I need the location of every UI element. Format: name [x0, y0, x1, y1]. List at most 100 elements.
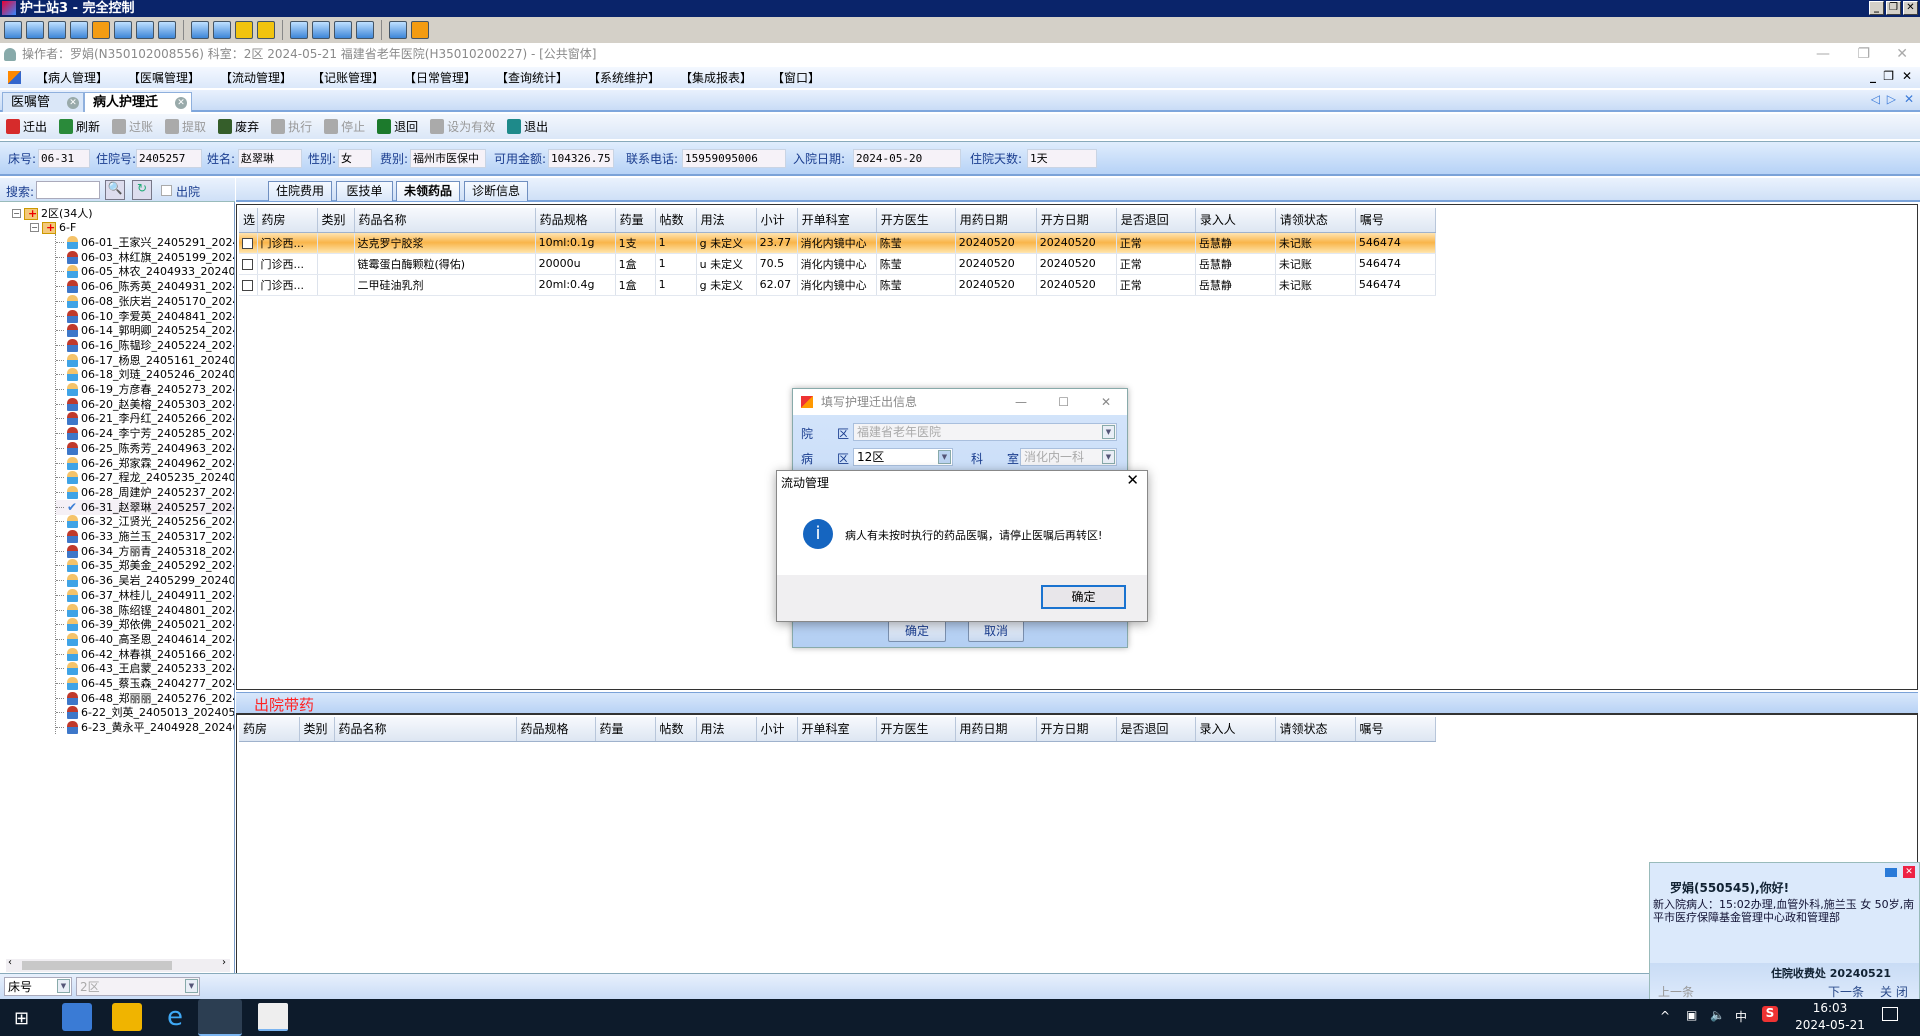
window-icon[interactable] [290, 21, 308, 39]
scroll-right-arrow-icon[interactable]: › [222, 957, 226, 968]
toolbar-button-3[interactable]: 提取 [165, 118, 206, 135]
phone-icon[interactable] [136, 21, 154, 39]
refresh-icon[interactable]: ↻ [132, 180, 152, 200]
tree-patient-item[interactable]: 06-40_高圣恩_2404614_2024 [56, 632, 234, 647]
toolbar-icon-3[interactable] [48, 21, 66, 39]
clock-time[interactable]: 16:03 [1795, 1001, 1865, 1015]
ime-indicator[interactable]: 中 [1735, 1008, 1747, 1025]
toolbar-icon-2[interactable] [26, 21, 44, 39]
scroll-left-icon[interactable]: ◁ [1871, 92, 1880, 106]
volume-icon[interactable]: 🔈 [1710, 1008, 1725, 1022]
column-header[interactable]: 药品名称 [334, 717, 517, 742]
close-tab-icon[interactable]: ✕ [67, 97, 79, 109]
collapse-icon[interactable]: − [30, 223, 39, 232]
column-header[interactable]: 开方医生 [876, 208, 956, 233]
column-header[interactable]: 嘱号 [1355, 208, 1437, 233]
clock-date[interactable]: 2024-05-21 [1795, 1018, 1865, 1032]
column-header[interactable]: 用法 [696, 717, 757, 742]
tree-patient-item[interactable]: 06-38_陈绍铿_2404801_2024 [56, 603, 234, 618]
sex-field[interactable]: 女 [338, 149, 372, 168]
tree-patient-item[interactable]: 06-34_方丽青_2405318_2024 [56, 544, 234, 559]
column-header[interactable]: 录入人 [1195, 717, 1276, 742]
admission-no-field[interactable]: 2405257 [136, 149, 202, 168]
discharged-checkbox[interactable] [161, 185, 172, 196]
fee-type-field[interactable]: 福州市医保中 [410, 149, 486, 168]
tree-horizontal-scrollbar[interactable]: ‹ › [6, 957, 230, 972]
window-icon-2[interactable] [334, 21, 352, 39]
column-header[interactable]: 开单科室 [797, 717, 877, 742]
table-row[interactable]: 门诊西... 链霉蛋白酶颗粒(得佑) 20000u 1盒 1 u 未定义 70.5 消化内镜中… [239, 253, 1437, 275]
toolbar-icon-1[interactable] [4, 21, 22, 39]
toolbar-icon-4[interactable] [70, 21, 88, 39]
mdi-restore-button[interactable]: ❐ [1883, 69, 1894, 83]
tree-patient-item[interactable]: 06-01_王家兴_2405291_2024 [56, 235, 234, 250]
column-header[interactable]: 药量 [615, 208, 656, 233]
sogou-ime-icon[interactable]: S [1762, 1006, 1778, 1022]
column-header[interactable]: 用药日期 [955, 208, 1037, 233]
mdi-minimize-button[interactable]: _ [1870, 69, 1876, 83]
toolbar-button-0[interactable]: 迁出 [6, 118, 47, 135]
tree-patient-item[interactable]: 06-17_杨恩_2405161_20240520 [56, 353, 234, 368]
column-header[interactable]: 请领状态 [1275, 208, 1356, 233]
inner-restore-button[interactable]: ❐ [1857, 45, 1870, 64]
dept-select[interactable]: 消化内一科 ▼ [1020, 448, 1117, 466]
dialog-minimize-button[interactable]: — [1015, 389, 1027, 415]
tree-patient-item[interactable]: 6-23_黄永平_2404928_20240520 [56, 720, 234, 735]
tab-patient-transfer-out[interactable]: 病人护理迁出✕ [84, 92, 192, 130]
select-cell[interactable] [239, 232, 258, 254]
dialog-maximize-button[interactable]: ☐ [1058, 389, 1069, 415]
search-icon[interactable]: 🔍 [105, 180, 125, 200]
tree-patient-item[interactable]: 6-22_刘英_2405013_20240520 [56, 705, 234, 720]
menu-query[interactable]: 【查询统计】 [496, 69, 588, 86]
notif-prev-link[interactable]: 上一条 [1658, 983, 1694, 1000]
grid-tab-1[interactable]: 医技单 [336, 181, 393, 201]
column-header[interactable]: 用法 [696, 208, 757, 233]
toolbar-button-1[interactable]: 刷新 [59, 118, 100, 135]
column-header[interactable]: 类别 [317, 208, 355, 233]
column-header[interactable]: 药房 [257, 208, 318, 233]
close-tab-icon[interactable]: ✕ [175, 97, 187, 109]
column-header[interactable]: 药品规格 [516, 717, 596, 742]
notif-close-link[interactable]: 关 闭 [1880, 983, 1908, 1000]
collapse-icon[interactable]: − [12, 209, 21, 218]
inner-minimize-button[interactable]: — [1816, 45, 1830, 64]
tree-patient-item[interactable]: 06-26_郑家霖_2404962_2024 [56, 456, 234, 471]
select-cell[interactable] [239, 253, 258, 275]
admit-date-field[interactable]: 2024-05-20 [853, 149, 961, 168]
close-button[interactable]: ✕ [1903, 1, 1918, 15]
tree-patient-item[interactable]: 06-28_周建炉_2405237_2024 [56, 485, 234, 500]
chevron-down-icon[interactable]: ▼ [1102, 450, 1115, 464]
menu-accounting[interactable]: 【记账管理】 [312, 69, 404, 86]
column-header[interactable]: 嘱号 [1355, 717, 1436, 742]
toolbar-button-5[interactable]: 执行 [271, 118, 312, 135]
scroll-right-icon[interactable]: ▷ [1887, 92, 1896, 106]
sort-select[interactable]: 床号 ▼ [4, 977, 72, 996]
bed-field[interactable]: 06-31 [38, 149, 90, 168]
transfer-cancel-button[interactable]: 取消 [968, 620, 1024, 642]
column-header[interactable]: 小计 [756, 717, 798, 742]
tree-patient-item[interactable]: 06-36_吴岩_2405299_20240520 [56, 573, 234, 588]
network-icon[interactable] [213, 21, 231, 39]
chevron-down-icon[interactable]: ▼ [938, 450, 951, 464]
balance-field[interactable]: 104326.75 [548, 149, 614, 168]
toolbar-button-9[interactable]: 退出 [507, 118, 548, 135]
menu-window[interactable]: 【窗口】 [772, 69, 864, 86]
start-windows-icon[interactable]: ⊞ [14, 1008, 29, 1029]
tree-patient-item[interactable]: 06-05_林农_2404933_20240520 [56, 264, 234, 279]
column-header[interactable]: 开方医生 [876, 717, 956, 742]
download-icon[interactable] [191, 21, 209, 39]
tray-expand-icon[interactable]: ^ [1660, 1009, 1670, 1023]
network-icon[interactable]: ▣ [1686, 1008, 1697, 1022]
tree-patient-item[interactable]: 06-08_张庆岩_2405170_2024 [56, 294, 234, 309]
fullscreen-icon[interactable] [312, 21, 330, 39]
tree-patient-item[interactable]: 06-21_李丹红_2405266_2024 [56, 411, 234, 426]
menu-patient[interactable]: 【病人管理】 [36, 69, 128, 86]
ward-select[interactable]: 2区 ▼ [76, 977, 200, 996]
tree-patient-item[interactable]: 06-42_林春祺_2405166_2024 [56, 647, 234, 662]
hospital-app-taskbar-icon[interactable] [258, 1003, 288, 1031]
notif-close-icon[interactable]: ✕ [1903, 866, 1915, 878]
campus-select[interactable]: 福建省老年医院 ▼ [853, 423, 1117, 441]
message-icon[interactable] [158, 21, 176, 39]
menu-daily[interactable]: 【日常管理】 [404, 69, 496, 86]
tab-order-management[interactable]: 医嘱管理✕ [2, 92, 84, 130]
